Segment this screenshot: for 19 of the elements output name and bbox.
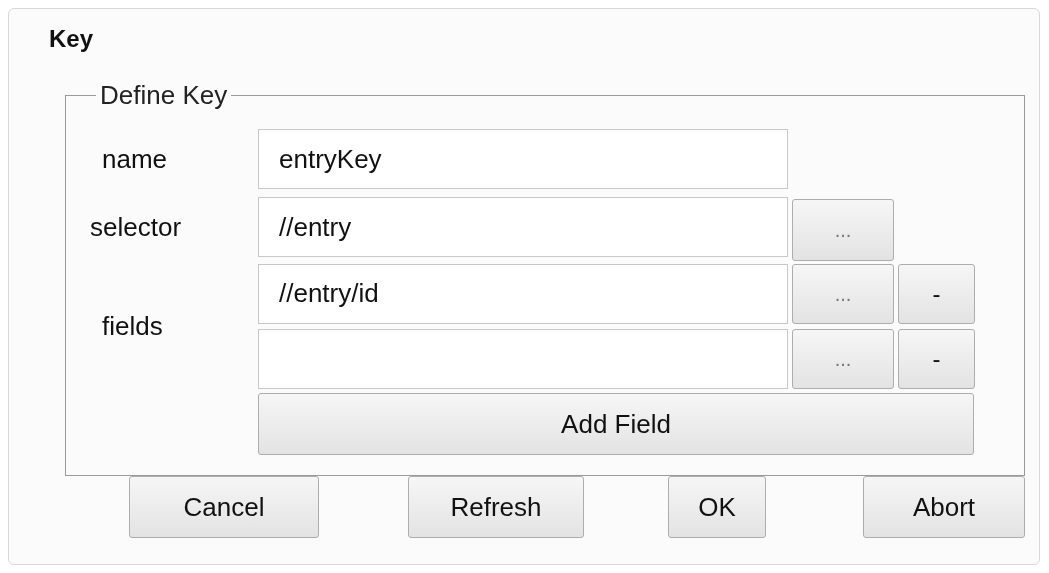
field-label: name [102,142,169,176]
dialog-button[interactable]: Abort [863,476,1025,538]
dialog-button[interactable]: Refresh [408,476,584,538]
selector-field[interactable]: //entry [258,197,788,257]
dialog-button[interactable]: Cancel [129,476,319,538]
field-input[interactable] [258,328,788,389]
add-field-button[interactable]: Add Field [258,393,974,455]
remove-button[interactable]: - [898,328,975,389]
remove-button[interactable]: - [898,263,975,324]
field-label: fields [102,309,163,343]
browse-button[interactable]: ... [792,263,894,324]
dialog-title: Key [49,25,94,53]
browse-button[interactable]: ... [792,328,894,389]
field-input[interactable]: //entry/id [258,263,788,324]
dialog-button[interactable]: OK [668,476,766,538]
browse-button[interactable]: ... [792,199,894,261]
group-legend: Define Key [96,76,232,115]
name-field[interactable]: entryKey [258,129,788,189]
field-label: selector [90,210,183,244]
